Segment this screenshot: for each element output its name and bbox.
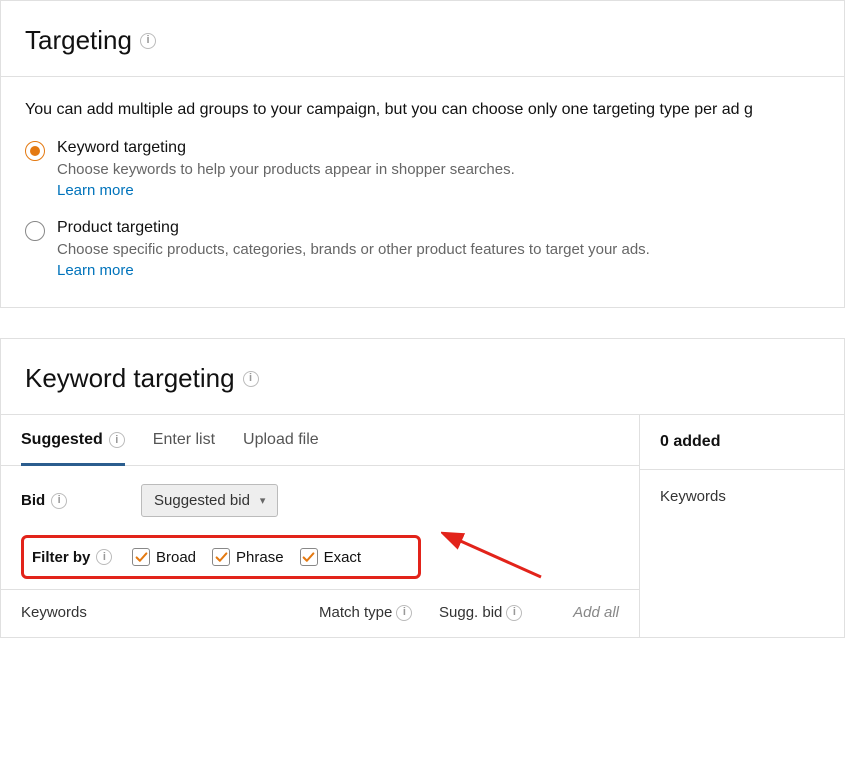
info-icon[interactable]: i	[396, 605, 412, 621]
info-icon[interactable]: i	[506, 605, 522, 621]
radio-keyword-targeting[interactable]	[25, 141, 45, 161]
tab-suggested[interactable]: Suggested i	[21, 415, 125, 466]
targeting-body: You can add multiple ad groups to your c…	[1, 77, 844, 307]
keyword-targeting-header: Keyword targeting i	[1, 339, 844, 414]
filter-label: Filter by i	[32, 549, 132, 566]
filter-broad[interactable]: Broad	[132, 548, 196, 566]
th-keywords: Keywords	[21, 604, 319, 621]
bid-label: Bid i	[21, 492, 141, 509]
radio-content: Product targeting Choose specific produc…	[57, 219, 650, 279]
checkbox-broad[interactable]	[132, 548, 150, 566]
info-icon[interactable]: i	[51, 493, 67, 509]
keyword-tabs: Suggested i Enter list Upload file	[1, 415, 639, 466]
annotation-arrow-icon	[441, 529, 551, 584]
targeting-intro: You can add multiple ad groups to your c…	[25, 101, 820, 119]
controls: Bid i Suggested bid ▾ Filter by i	[1, 466, 639, 589]
th-match-text: Match type	[319, 604, 392, 621]
targeting-card: Targeting i You can add multiple ad grou…	[0, 0, 845, 308]
learn-more-link[interactable]: Learn more	[57, 262, 134, 279]
tab-label: Suggested	[21, 431, 103, 449]
keyword-right: 0 added Keywords	[639, 414, 844, 637]
radio-desc: Choose specific products, categories, br…	[57, 241, 650, 258]
radio-desc: Choose keywords to help your products ap…	[57, 161, 515, 178]
filter-broad-label: Broad	[156, 549, 196, 566]
added-count: 0 added	[640, 415, 844, 470]
radio-option-product[interactable]: Product targeting Choose specific produc…	[25, 219, 820, 279]
chevron-down-icon: ▾	[260, 494, 266, 507]
checkbox-exact[interactable]	[300, 548, 318, 566]
bid-label-text: Bid	[21, 492, 45, 509]
check-icon	[302, 551, 315, 564]
radio-option-keyword[interactable]: Keyword targeting Choose keywords to hel…	[25, 139, 820, 199]
info-icon[interactable]: i	[140, 33, 156, 49]
targeting-header: Targeting i	[1, 1, 844, 77]
bid-select[interactable]: Suggested bid ▾	[141, 484, 278, 517]
radio-label: Product targeting	[57, 219, 650, 237]
th-sugg-text: Sugg. bid	[439, 604, 502, 621]
keyword-table-header: Keywords Match type i Sugg. bid i Add al…	[1, 589, 639, 637]
filter-by-row: Filter by i Broad	[21, 535, 421, 579]
th-match-type: Match type i	[319, 604, 439, 621]
keyword-targeting-title: Keyword targeting i	[25, 363, 259, 394]
info-icon[interactable]: i	[109, 432, 125, 448]
filter-phrase-label: Phrase	[236, 549, 284, 566]
radio-label: Keyword targeting	[57, 139, 515, 157]
bid-row: Bid i Suggested bid ▾	[21, 484, 619, 517]
learn-more-link[interactable]: Learn more	[57, 182, 134, 199]
info-icon[interactable]: i	[243, 371, 259, 387]
keyword-title-text: Keyword targeting	[25, 363, 235, 394]
check-icon	[135, 551, 148, 564]
keyword-left: Suggested i Enter list Upload file Bid i…	[1, 414, 639, 637]
radio-content: Keyword targeting Choose keywords to hel…	[57, 139, 515, 199]
filter-phrase[interactable]: Phrase	[212, 548, 284, 566]
check-icon	[215, 551, 228, 564]
filter-exact-label: Exact	[324, 549, 362, 566]
th-sugg-bid: Sugg. bid i	[439, 604, 549, 621]
right-col-keywords: Keywords	[640, 470, 844, 523]
targeting-title-text: Targeting	[25, 25, 132, 56]
tab-upload-file[interactable]: Upload file	[243, 415, 319, 466]
tab-enter-list[interactable]: Enter list	[153, 415, 215, 466]
filter-row-wrapper: Filter by i Broad	[21, 535, 619, 579]
radio-product-targeting[interactable]	[25, 221, 45, 241]
checkbox-phrase[interactable]	[212, 548, 230, 566]
info-icon[interactable]: i	[96, 549, 112, 565]
add-all-link[interactable]: Add all	[549, 604, 619, 621]
keyword-targeting-card: Keyword targeting i Suggested i Enter li…	[0, 338, 845, 638]
keyword-body: Suggested i Enter list Upload file Bid i…	[1, 414, 844, 637]
targeting-title: Targeting i	[25, 25, 156, 56]
filter-exact[interactable]: Exact	[300, 548, 362, 566]
bid-select-value: Suggested bid	[154, 492, 250, 509]
filter-label-text: Filter by	[32, 549, 90, 566]
